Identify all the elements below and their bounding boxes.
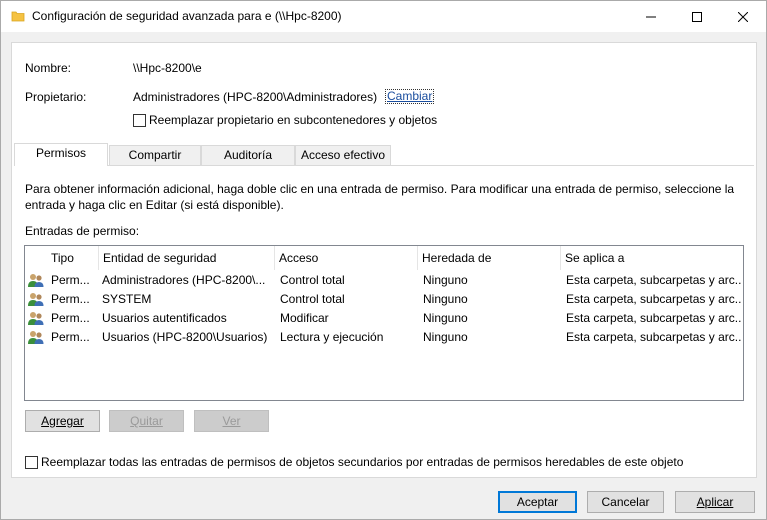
apply-button-label: Aplicar (696, 495, 734, 509)
cell-applies: Esta carpeta, subcarpetas y arc... (566, 292, 741, 306)
owner-value: Administradores (HPC-8200\Administradore… (133, 90, 378, 104)
change-owner-link[interactable]: Cambiar (385, 89, 435, 104)
replace-all-label: Reemplazar todas las entradas de permiso… (41, 455, 684, 469)
cell-principal: Usuarios autentificados (102, 311, 227, 325)
table-row[interactable]: Perm... Usuarios (HPC-8200\Usuarios) Lectu… (25, 328, 743, 347)
cell-applies: Esta carpeta, subcarpetas y arc... (566, 311, 741, 325)
view-button-label: Ver (222, 414, 241, 428)
tab-acceso-efectivo[interactable]: Acceso efectivo (295, 145, 391, 165)
advanced-security-window: Configuración de seguridad avanzada para… (0, 0, 767, 520)
owner-label: Propietario: (25, 90, 87, 104)
cell-inherited: Ninguno (423, 273, 468, 287)
column-header-access[interactable]: Acceso (275, 246, 418, 270)
users-icon (28, 293, 44, 306)
replace-owner-checkbox[interactable] (133, 114, 146, 127)
minimize-icon (646, 16, 656, 17)
list-header: Tipo Entidad de seguridad Acceso Heredad… (25, 246, 743, 270)
table-row[interactable]: Perm... Usuarios autentificados Modificar N… (25, 309, 743, 328)
replace-all-checkbox[interactable] (25, 456, 38, 469)
apply-button[interactable]: Aplicar (675, 491, 755, 513)
window-title: Configuración de seguridad avanzada para… (32, 9, 342, 23)
cell-applies: Esta carpeta, subcarpetas y arc... (566, 330, 741, 344)
minimize-button[interactable] (628, 1, 674, 32)
ok-button[interactable]: Aceptar (498, 491, 577, 513)
tab-auditoria[interactable]: Auditoría (201, 145, 295, 165)
cancel-button[interactable]: Cancelar (587, 491, 664, 513)
cell-inherited: Ninguno (423, 311, 468, 325)
close-icon (738, 11, 748, 22)
view-button[interactable]: Ver (194, 410, 269, 432)
name-label: Nombre: (25, 61, 72, 75)
users-icon (28, 312, 44, 325)
users-icon (28, 274, 44, 287)
cell-access: Lectura y ejecución (280, 330, 384, 344)
help-text-line1: Para obtener información adicional, haga… (25, 182, 735, 196)
folder-icon (11, 11, 25, 22)
name-value: \\Hpc-8200\e (133, 61, 202, 75)
tab-compartir[interactable]: Compartir (109, 145, 201, 165)
maximize-icon (692, 11, 702, 22)
cell-type: Perm... (51, 311, 90, 325)
cell-access: Control total (280, 292, 345, 306)
column-header-type[interactable]: Tipo (47, 246, 99, 270)
help-text-line2: entrada y haga clic en Editar (si está d… (25, 198, 284, 212)
cell-applies: Esta carpeta, subcarpetas y arc... (566, 273, 741, 287)
cell-access: Control total (280, 273, 345, 287)
cell-type: Perm... (51, 292, 90, 306)
add-button[interactable]: Agregar (25, 410, 100, 432)
cell-principal: Administradores (HPC-8200\... (102, 273, 266, 287)
cell-principal: Usuarios (HPC-8200\Usuarios) (102, 330, 268, 344)
add-button-label: Agregar (41, 414, 84, 428)
cell-inherited: Ninguno (423, 330, 468, 344)
cell-type: Perm... (51, 330, 90, 344)
cell-access: Modificar (280, 311, 329, 325)
close-button[interactable] (720, 1, 766, 32)
entries-label: Entradas de permiso: (25, 224, 140, 238)
remove-button-label: Quitar (130, 414, 163, 428)
table-row[interactable]: Perm... SYSTEM Control total Ninguno Esta ca… (25, 290, 743, 309)
replace-owner-label: Reemplazar propietario en subcontenedore… (149, 113, 438, 127)
cell-principal: SYSTEM (102, 292, 152, 306)
maximize-button[interactable] (674, 1, 720, 32)
cell-inherited: Ninguno (423, 292, 468, 306)
remove-button[interactable]: Quitar (109, 410, 184, 432)
column-header-inherited[interactable]: Heredada de (418, 246, 561, 270)
title-bar: Configuración de seguridad avanzada para… (1, 1, 766, 32)
column-header-applies[interactable]: Se aplica a (561, 246, 743, 270)
users-icon (28, 331, 44, 344)
table-row[interactable]: Perm... Administradores (HPC-8200\... Cont… (25, 271, 743, 290)
column-header-principal[interactable]: Entidad de seguridad (99, 246, 275, 270)
cell-type: Perm... (51, 273, 90, 287)
tab-permisos[interactable]: Permisos (14, 143, 108, 166)
permission-entries-list[interactable]: Tipo Entidad de seguridad Acceso Heredad… (24, 245, 744, 401)
